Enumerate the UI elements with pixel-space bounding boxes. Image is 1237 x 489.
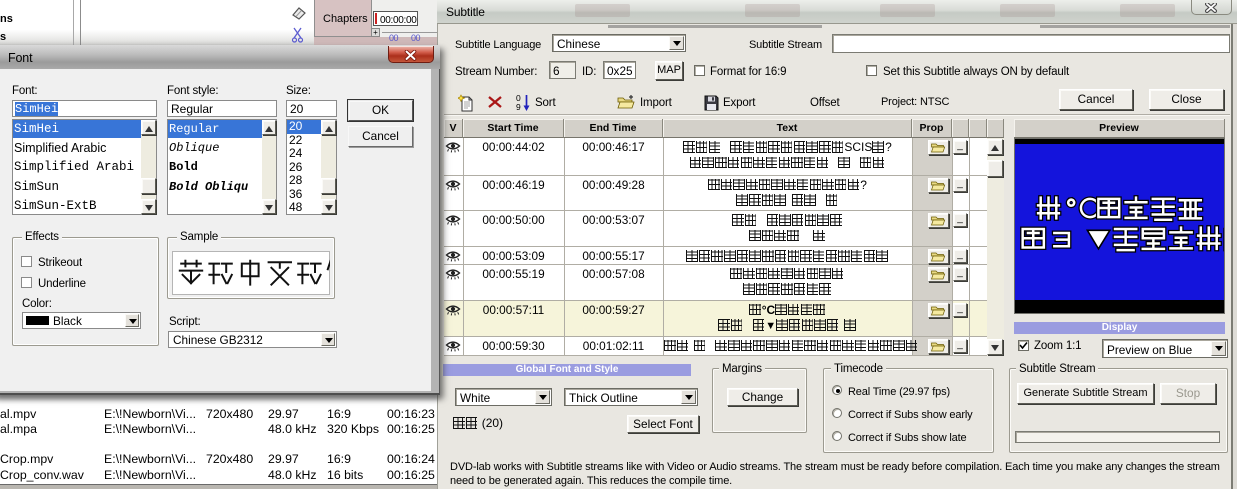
svg-text:9: 9 [516,102,521,112]
